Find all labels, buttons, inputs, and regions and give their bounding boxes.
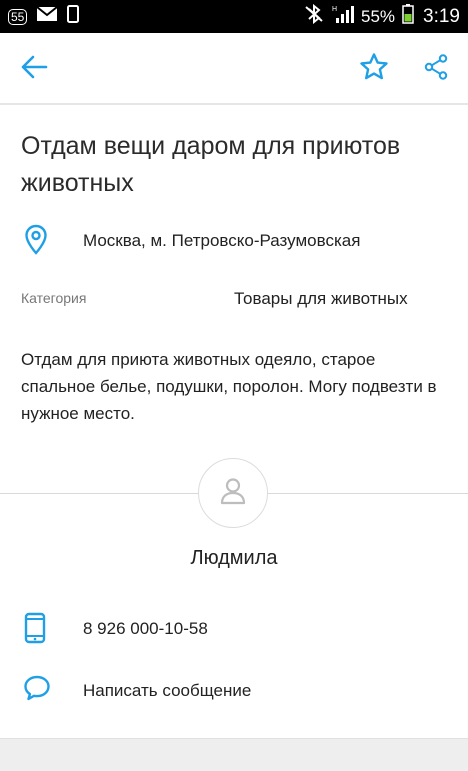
phone-number: 8 926 000-10-58 (83, 619, 208, 638)
arrow-left-icon (20, 55, 48, 84)
avatar (198, 458, 268, 528)
bottom-bar (0, 738, 468, 771)
star-outline-icon (359, 52, 389, 87)
location-row: Москва, м. Петровско-Разумовская (0, 222, 468, 260)
location-pin-icon (24, 224, 48, 261)
share-icon (424, 53, 448, 85)
mail-icon (36, 6, 58, 27)
seller-name: Людмила (190, 547, 278, 569)
chat-bubble-icon (23, 674, 51, 707)
favorite-button[interactable] (356, 51, 392, 87)
listing-title: Отдам вещи даром для приютов животных (21, 132, 401, 197)
write-message-label: Написать сообщение (83, 681, 252, 700)
back-button[interactable] (16, 51, 52, 87)
status-bar: 55 H 55% 3:19 (0, 0, 468, 33)
clock: 3:19 (423, 5, 460, 27)
listing-description: Отдам для приюта животных одеяло, старое… (21, 350, 437, 423)
phone-device-icon (67, 5, 80, 28)
call-seller-button[interactable]: 8 926 000-10-58 (0, 606, 468, 650)
location-text: Москва, м. Петровско-Разумовская (83, 231, 361, 250)
category-value: Товары для животных (234, 289, 408, 308)
category-label: Категория (21, 290, 87, 306)
svg-text:H: H (332, 6, 337, 13)
toolbar (0, 33, 468, 105)
mobile-phone-icon (23, 612, 47, 649)
signal-icon: H (332, 4, 354, 29)
notification-badge: 55 (8, 8, 28, 25)
write-message-button[interactable]: Написать сообщение (0, 668, 468, 712)
battery-icon (402, 4, 414, 29)
share-button[interactable] (418, 51, 454, 87)
user-icon (218, 476, 248, 511)
bluetooth-off-icon (303, 3, 325, 29)
battery-percent: 55% (360, 6, 396, 26)
